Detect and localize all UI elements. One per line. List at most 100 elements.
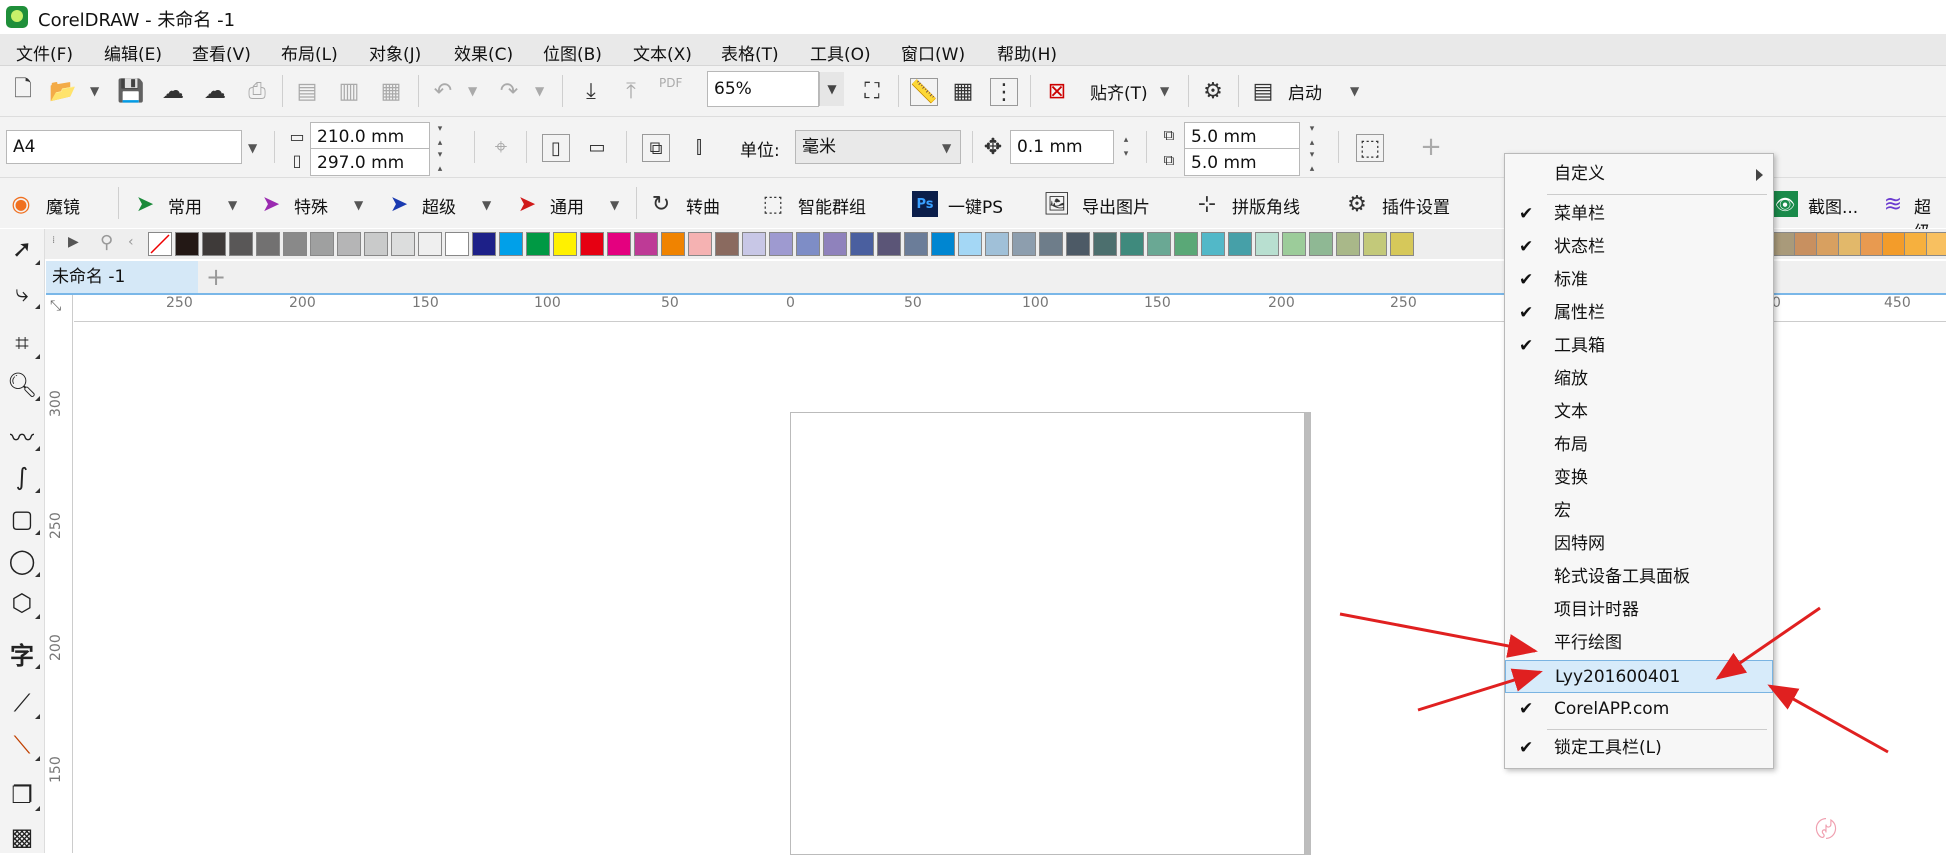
color-swatch[interactable]	[1309, 232, 1333, 256]
connector-tool-icon[interactable]: ⟍	[6, 729, 40, 761]
menu-bitmaps[interactable]: 位图(B)	[543, 40, 602, 65]
color-swatch[interactable]	[391, 232, 415, 256]
color-swatch[interactable]	[1120, 232, 1144, 256]
color-swatch[interactable]	[661, 232, 685, 256]
color-swatch[interactable]	[364, 232, 388, 256]
no-color-swatch[interactable]	[148, 232, 172, 256]
ctx-toolbar-item[interactable]: ✔ 菜单栏	[1505, 198, 1773, 231]
ctx-toolbar-item[interactable]: ✔ 工具箱	[1505, 330, 1773, 363]
snap-off-icon[interactable]: ⊠	[1044, 78, 1070, 104]
export-image-icon[interactable]: 🖼	[1043, 191, 1071, 217]
crop-tool-icon[interactable]: ⌗	[6, 327, 40, 359]
print-icon[interactable]: ⎙	[244, 78, 270, 104]
color-swatch[interactable]	[1882, 232, 1906, 256]
portrait-icon[interactable]: ▯	[542, 134, 570, 162]
common-arrow-icon[interactable]: ➤	[132, 191, 158, 217]
palette-scroll-right-icon[interactable]: ▶	[68, 234, 79, 250]
copy-icon[interactable]: ▥	[336, 78, 362, 104]
magic-mirror-icon[interactable]: ◉	[8, 191, 34, 217]
show-grid-icon[interactable]: ▦	[950, 78, 976, 104]
color-swatch[interactable]	[1816, 232, 1840, 256]
color-swatch[interactable]	[1838, 232, 1862, 256]
transparency-tool-icon[interactable]: ▩	[6, 821, 38, 853]
plugin-settings[interactable]: 插件设置	[1382, 193, 1450, 218]
nudge-distance-field[interactable]: 0.1 mm	[1010, 130, 1114, 164]
color-swatch[interactable]	[1794, 232, 1818, 256]
color-swatch[interactable]	[958, 232, 982, 256]
treat-as-filled-icon[interactable]: ⬚	[1356, 134, 1384, 162]
plugin-convert-to-curves[interactable]: 转曲	[686, 193, 720, 218]
color-swatch[interactable]	[283, 232, 307, 256]
photoshop-icon[interactable]: Ps	[912, 191, 938, 217]
dup-y-spinner-icon[interactable]: ▾ ▴	[1304, 148, 1320, 176]
plugin-common[interactable]: 常用	[168, 193, 202, 218]
menu-tools[interactable]: 工具(O)	[810, 40, 871, 65]
imposition-marks-icon[interactable]: ⊹	[1194, 191, 1220, 217]
color-swatch[interactable]	[634, 232, 658, 256]
ctx-toolbar-item[interactable]: ✔ 属性栏	[1505, 297, 1773, 330]
open-dropdown-icon[interactable]: ▼	[90, 84, 99, 98]
page-width-field[interactable]: 210.0 mm	[310, 122, 430, 150]
menu-window[interactable]: 窗口(W)	[901, 40, 965, 65]
ellipse-tool-icon[interactable]: ◯	[6, 545, 40, 577]
general-dropdown-icon[interactable]: ▼	[610, 198, 619, 212]
menu-table[interactable]: 表格(T)	[721, 40, 779, 65]
ctx-toolbar-item[interactable]: 项目计时器	[1505, 594, 1773, 627]
color-swatch[interactable]	[742, 232, 766, 256]
rectangle-tool-icon[interactable]: ▢	[6, 503, 40, 535]
open-folder-icon[interactable]: 📂	[49, 78, 76, 104]
all-pages-icon[interactable]: ⌖	[488, 134, 514, 160]
super-wave-icon[interactable]: ≋	[1880, 191, 1906, 217]
save-icon[interactable]: 💾	[117, 78, 144, 104]
convert-curve-icon[interactable]: ↻	[648, 191, 674, 217]
color-swatch[interactable]	[688, 232, 712, 256]
launch-label[interactable]: 启动	[1288, 79, 1322, 104]
plugin-screenshot[interactable]: 截图...	[1808, 193, 1858, 218]
duplicate-x-field[interactable]: 5.0 mm	[1184, 122, 1300, 150]
smart-group-icon[interactable]: ⬚	[760, 191, 786, 217]
plugin-one-click-ps[interactable]: 一键PS	[948, 193, 1003, 218]
full-screen-icon[interactable]: ⛶	[859, 78, 885, 104]
color-swatch[interactable]	[337, 232, 361, 256]
menu-file[interactable]: 文件(F)	[16, 40, 73, 65]
units-dropdown-icon[interactable]: ▼	[942, 141, 951, 155]
color-swatch[interactable]	[850, 232, 874, 256]
ctx-toolbar-item[interactable]: ✔ CorelAPP.com	[1505, 693, 1773, 726]
color-swatch[interactable]	[1363, 232, 1387, 256]
dup-x-spinner-icon[interactable]: ▾ ▴	[1304, 122, 1320, 150]
color-swatch[interactable]	[499, 232, 523, 256]
new-tab-button[interactable]: +	[202, 265, 230, 291]
undo-icon[interactable]: ↶	[430, 78, 456, 104]
color-swatch[interactable]	[877, 232, 901, 256]
document-page[interactable]	[790, 412, 1305, 855]
options-gear-icon[interactable]: ⚙	[1200, 78, 1226, 104]
menu-object[interactable]: 对象(J)	[369, 40, 421, 65]
plugin-magic-mirror[interactable]: 魔镜	[46, 193, 80, 218]
color-swatch[interactable]	[1174, 232, 1198, 256]
menu-layout[interactable]: 布局(L)	[281, 40, 338, 65]
color-swatch[interactable]	[1336, 232, 1360, 256]
ctx-toolbar-item[interactable]: 因特网	[1505, 528, 1773, 561]
ctx-toolbar-item[interactable]: 变换	[1505, 462, 1773, 495]
menu-edit[interactable]: 编辑(E)	[104, 40, 162, 65]
redo-icon[interactable]: ↷	[496, 78, 522, 104]
plugin-general[interactable]: 通用	[550, 193, 584, 218]
color-swatch[interactable]	[472, 232, 496, 256]
polygon-tool-icon[interactable]: ⬡	[6, 587, 40, 619]
plugin-special[interactable]: 特殊	[294, 193, 328, 218]
plugin-imposition-marks[interactable]: 拼版角线	[1232, 193, 1300, 218]
color-swatch[interactable]	[1926, 232, 1946, 256]
shape-tool-icon[interactable]: ⤷	[6, 277, 40, 309]
color-swatch[interactable]	[769, 232, 793, 256]
color-swatch[interactable]	[1255, 232, 1279, 256]
color-swatch[interactable]	[1860, 232, 1884, 256]
snap-to-label[interactable]: 贴齐(T)	[1090, 79, 1148, 104]
palette-scroll-left-icon[interactable]: ‹	[128, 234, 134, 250]
show-rulers-icon[interactable]: 📏	[910, 78, 938, 106]
page-size-select[interactable]: A4	[6, 130, 242, 164]
menu-text[interactable]: 文本(X)	[633, 40, 692, 65]
color-swatch[interactable]	[1390, 232, 1414, 256]
paste-icon[interactable]: ▦	[378, 78, 404, 104]
cloud-download-icon[interactable]: ☁	[160, 78, 186, 104]
ctx-toolbar-item[interactable]: Lyy201600401	[1505, 660, 1773, 693]
